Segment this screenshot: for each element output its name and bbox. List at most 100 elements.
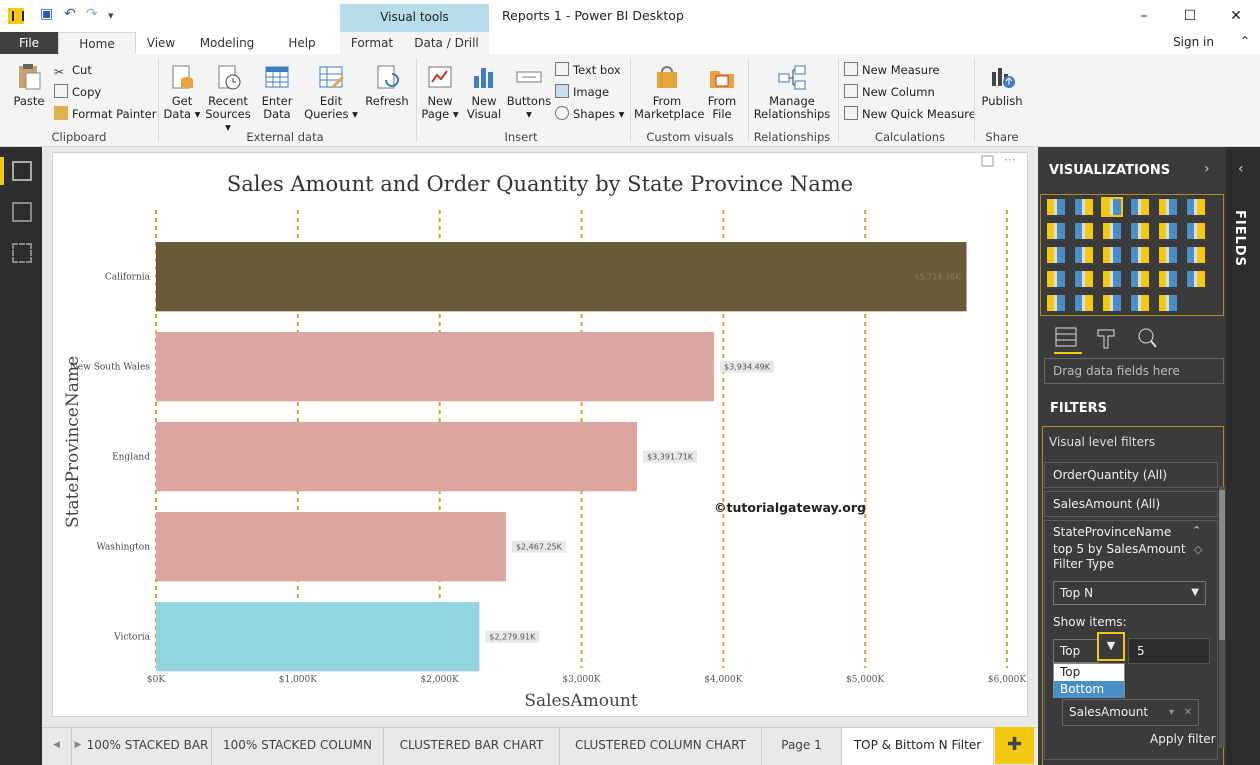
chevron-down-icon[interactable]: ▾ <box>1169 700 1174 725</box>
visual-type-icon[interactable] <box>1075 223 1093 239</box>
page-tab[interactable]: 100% STACKED BAR <box>84 728 212 765</box>
refresh-button[interactable]: Refresh <box>364 62 410 108</box>
visual-type-icon[interactable] <box>1131 223 1149 239</box>
maximize-button[interactable]: ☐ <box>1170 4 1210 28</box>
tab-view[interactable]: View <box>140 32 182 54</box>
visual-type-icon[interactable] <box>1103 271 1121 287</box>
prev-page-arrow[interactable]: ◀ <box>42 728 72 765</box>
collapse-ribbon-icon[interactable]: ⌃ <box>1240 34 1250 48</box>
drag-fields-dropzone[interactable]: Drag data fields here <box>1044 358 1224 384</box>
page-tab[interactable]: CLUSTERED COLUMN CHART <box>560 728 762 765</box>
apply-filter-button[interactable]: Apply filter <box>1150 732 1216 746</box>
new-measure-button[interactable]: New Measure <box>844 62 940 78</box>
new-column-button[interactable]: New Column <box>844 84 935 100</box>
cut-button[interactable]: ✂ Cut <box>54 62 92 79</box>
page-tab[interactable]: Page 1 <box>762 728 842 765</box>
visual-type-icon[interactable] <box>1075 199 1093 215</box>
format-painter-button[interactable]: Format Painter <box>54 106 156 122</box>
filter-type-dropdown[interactable]: Top N ▼ <box>1053 581 1206 605</box>
save-icon[interactable]: ▣ <box>40 6 53 22</box>
recent-sources-button[interactable]: Recent Sources ▾ <box>204 62 252 134</box>
visual-type-icon[interactable] <box>1075 271 1093 287</box>
expand-pane-icon[interactable]: ‹ <box>1238 161 1244 177</box>
visual-type-icon[interactable] <box>1131 199 1149 215</box>
tab-format[interactable]: Format <box>340 32 404 54</box>
show-items-dropdown-arrow[interactable]: ▼ <box>1097 632 1125 661</box>
visual-type-icon[interactable] <box>1047 247 1065 263</box>
manage-relationships-button[interactable]: Manage Relationships <box>752 62 832 121</box>
close-button[interactable]: ✕ <box>1216 4 1256 28</box>
buttons-button[interactable]: Buttons ▾ <box>506 62 552 121</box>
visual-type-icon[interactable] <box>1103 247 1121 263</box>
collapse-filter-icon[interactable]: ⌃ <box>1192 524 1201 537</box>
show-items-count-input[interactable]: 5 <box>1128 638 1210 664</box>
image-button[interactable]: Image <box>555 84 609 100</box>
clear-filter-icon[interactable]: ◇ <box>1194 543 1202 556</box>
visual-type-icon[interactable] <box>1131 247 1149 263</box>
from-file-button[interactable]: From File <box>704 62 740 121</box>
visual-type-icon[interactable] <box>1047 295 1065 311</box>
remove-field-icon[interactable]: ✕ <box>1184 700 1192 725</box>
visual-type-icon[interactable] <box>1103 223 1121 239</box>
edit-queries-button[interactable]: Edit Queries ▾ <box>304 62 358 121</box>
shapes-button[interactable]: Shapes ▾ <box>555 106 624 122</box>
filter-card-order-quantity[interactable]: OrderQuantity (All) <box>1044 462 1218 488</box>
collapse-pane-icon[interactable]: › <box>1204 161 1210 177</box>
next-page-arrow[interactable]: ▶ <box>72 728 84 765</box>
tab-home[interactable]: Home <box>58 32 136 54</box>
visual-type-icon[interactable] <box>1159 199 1177 215</box>
option-bottom[interactable]: Bottom <box>1054 681 1124 698</box>
copy-button[interactable]: Copy <box>54 84 101 100</box>
new-quick-measure-button[interactable]: New Quick Measure <box>844 106 976 122</box>
publish-icon <box>992 68 1015 88</box>
visual-type-icon[interactable] <box>1131 295 1149 311</box>
fields-pane-label[interactable]: FIELDS <box>1232 210 1247 267</box>
visual-type-icon[interactable] <box>1075 247 1093 263</box>
from-marketplace-button[interactable]: From Marketplace <box>634 62 704 121</box>
visual-type-icon[interactable] <box>1101 197 1123 217</box>
visual-type-icon[interactable] <box>1159 295 1177 311</box>
sign-in-link[interactable]: Sign in <box>1173 35 1214 49</box>
relationships-view-icon[interactable] <box>12 243 32 263</box>
visual-type-icon[interactable] <box>1159 271 1177 287</box>
customize-qat-icon[interactable]: ▾ <box>108 9 114 22</box>
publish-button[interactable]: Publish <box>980 62 1024 108</box>
tab-data-drill[interactable]: Data / Drill <box>404 32 489 54</box>
undo-icon[interactable]: ↶ <box>64 6 76 22</box>
visual-type-icon[interactable] <box>1159 223 1177 239</box>
folder-icon <box>710 71 734 88</box>
option-top[interactable]: Top <box>1054 664 1124 681</box>
get-data-button[interactable]: Get Data ▾ <box>162 62 202 121</box>
new-page-button[interactable]: New Page ▾ <box>420 62 460 121</box>
visual-type-icon[interactable] <box>1075 295 1093 311</box>
visual-type-icon[interactable] <box>1131 271 1149 287</box>
paste-button[interactable]: Paste <box>10 62 48 108</box>
filters-scrollbar-thumb[interactable] <box>1219 490 1225 640</box>
buttons-label-2: ▾ <box>526 107 532 121</box>
visual-type-icon[interactable] <box>1187 247 1205 263</box>
visual-type-icon[interactable] <box>1047 223 1065 239</box>
visual-type-icon[interactable] <box>1047 271 1065 287</box>
visual-type-icon[interactable] <box>1159 247 1177 263</box>
redo-icon[interactable]: ↷ <box>86 6 98 22</box>
enter-data-button[interactable]: Enter Data <box>256 62 298 121</box>
minimize-button[interactable]: – <box>1124 4 1164 28</box>
by-value-field-well[interactable]: SalesAmount ▾ ✕ <box>1062 699 1199 726</box>
tab-modeling[interactable]: Modeling <box>192 32 262 54</box>
visual-type-icon[interactable] <box>1103 295 1121 311</box>
tab-help[interactable]: Help <box>280 32 324 54</box>
page-tab[interactable]: 100% STACKED COLUMN <box>212 728 384 765</box>
visual-type-icon[interactable] <box>1187 223 1205 239</box>
page-tab-active[interactable]: TOP & Bittom N Filter <box>842 728 994 765</box>
page-tab[interactable]: CLUSTERED BAR CHART <box>384 728 560 765</box>
show-items-dropdown[interactable]: Top <box>1053 639 1099 663</box>
visual-type-icon[interactable] <box>1187 271 1205 287</box>
add-page-button[interactable]: ✚ <box>995 727 1034 764</box>
filter-card-sales-amount[interactable]: SalesAmount (All) <box>1044 491 1218 517</box>
text-box-button[interactable]: Text box <box>555 62 621 78</box>
tab-file[interactable]: File <box>0 32 58 54</box>
new-visual-button[interactable]: New Visual <box>464 62 504 121</box>
visual-type-icon[interactable] <box>1187 199 1205 215</box>
visual-type-icon[interactable] <box>1047 199 1065 215</box>
data-view-icon[interactable] <box>12 202 32 222</box>
